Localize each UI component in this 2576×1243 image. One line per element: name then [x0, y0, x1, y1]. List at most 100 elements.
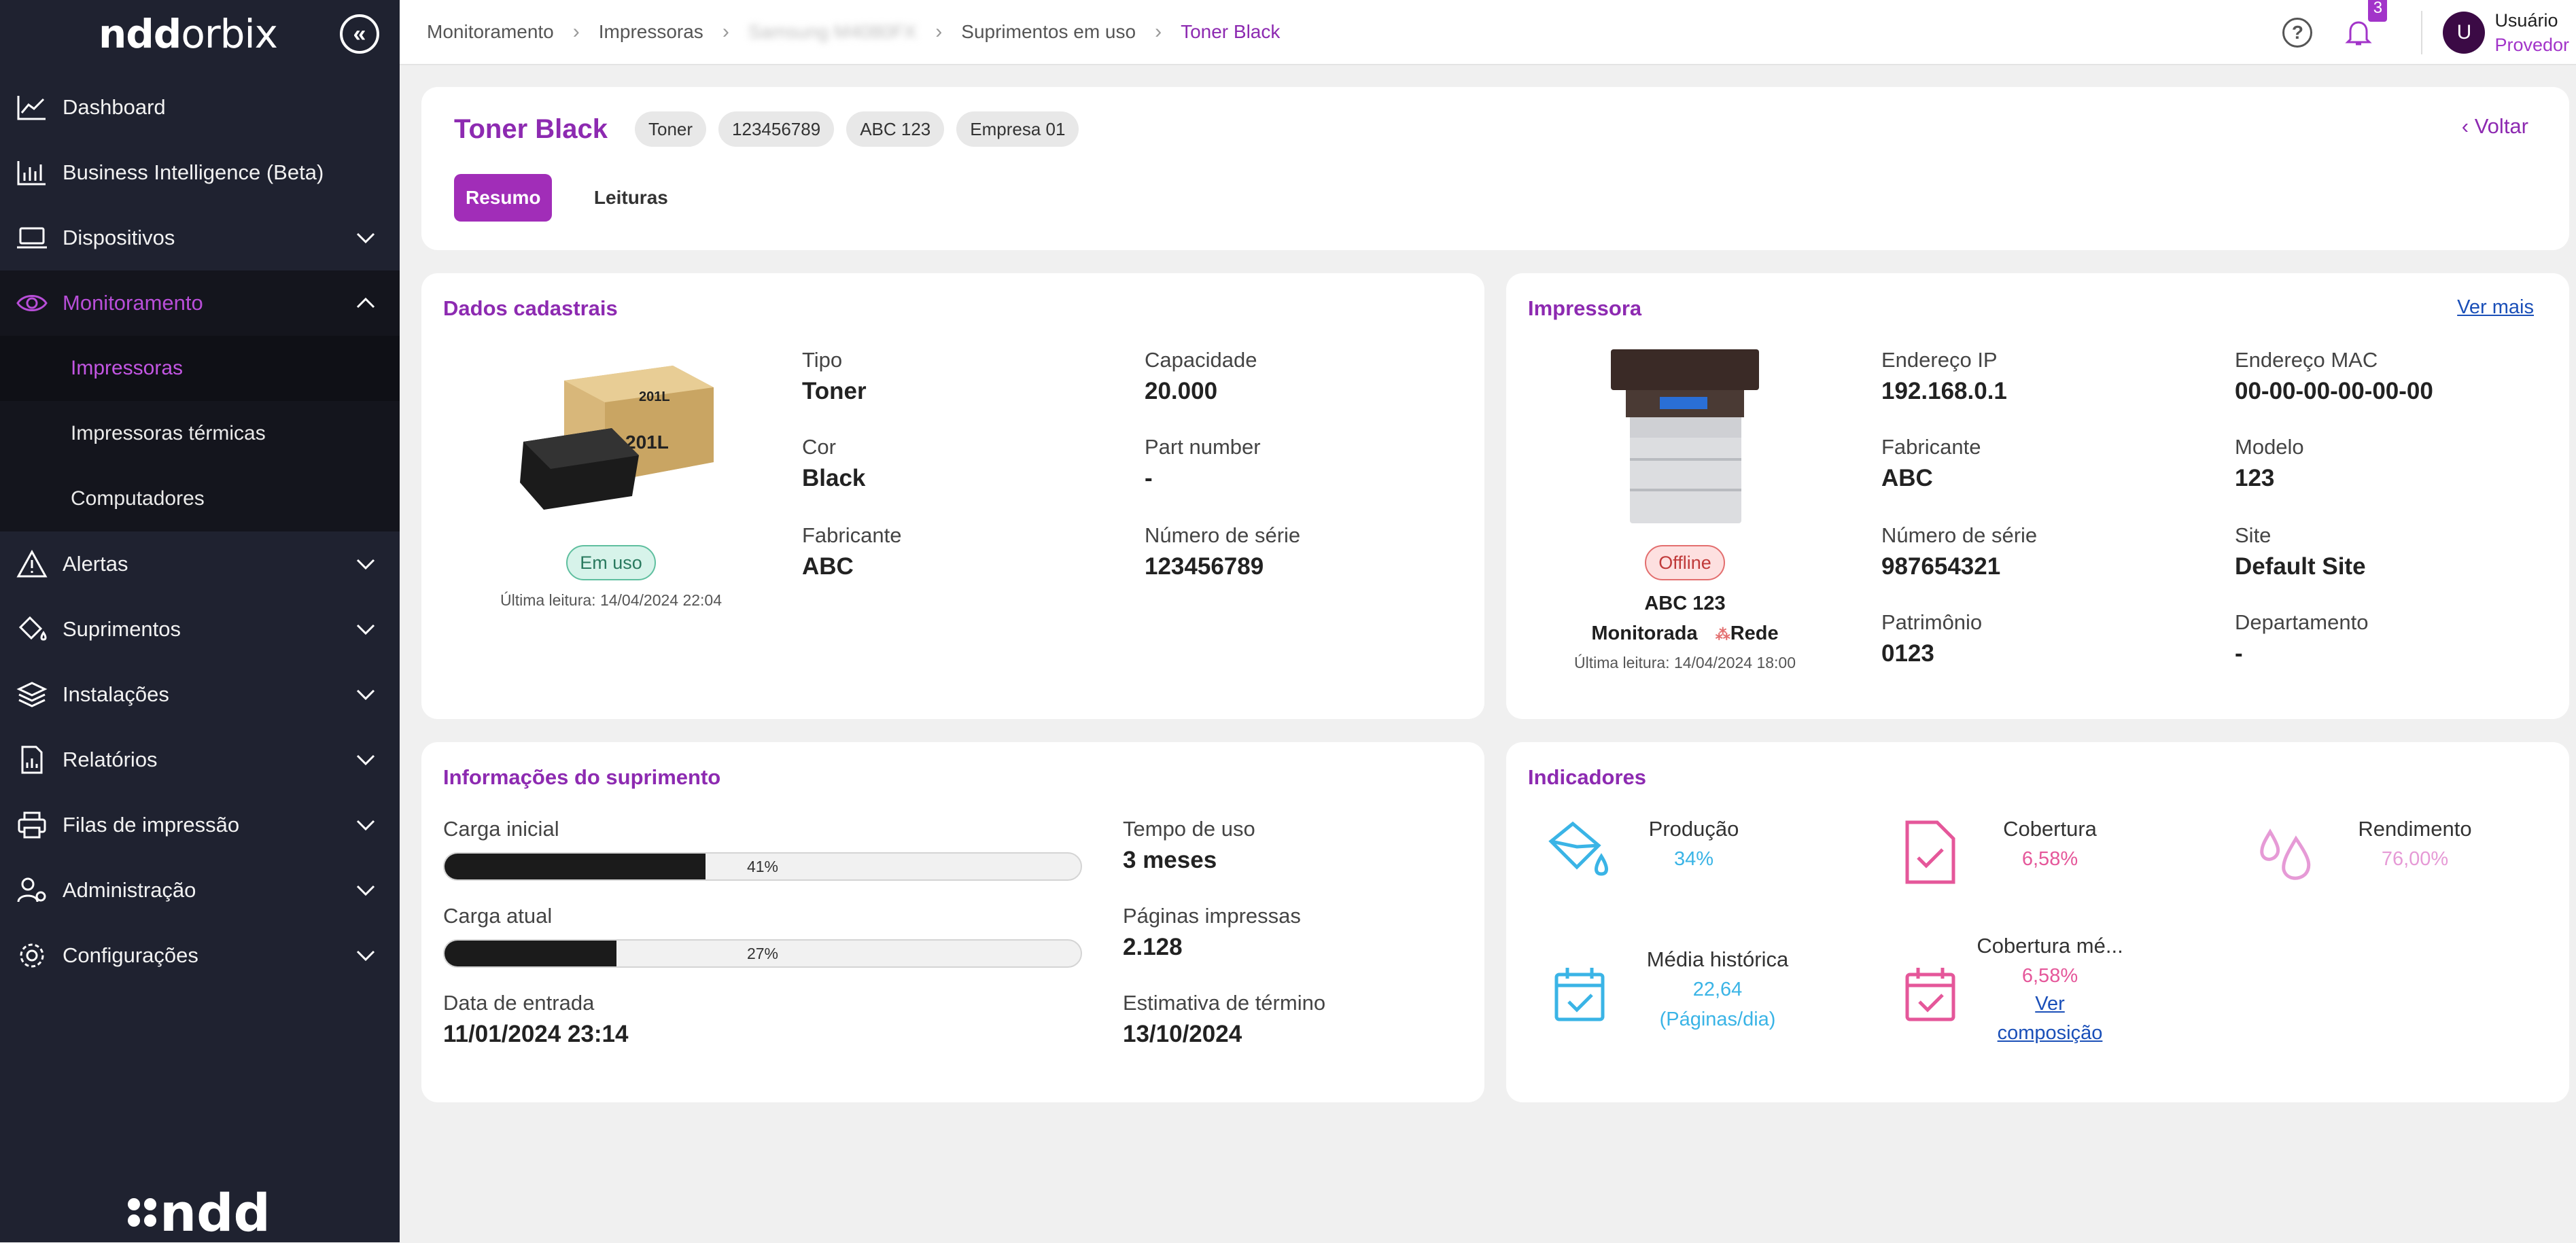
sidebar-subitem-label: Impressoras térmicas [71, 422, 266, 444]
user-role: Provedor [2494, 35, 2569, 55]
chevron-down-icon [356, 232, 375, 244]
indicadores-card: Indicadores Produção 34% Cobertura 6,58%… [1506, 742, 2569, 1102]
back-button[interactable]: ‹ Voltar [2462, 114, 2528, 139]
sidebar-item-configuracoes[interactable]: Configurações [0, 923, 400, 988]
chevron-down-icon [356, 885, 375, 896]
sidebar-item-label: Administração [63, 878, 196, 902]
field-label: Site [2235, 523, 2272, 547]
field-value: 20.000 [1145, 378, 1218, 404]
ndd-footer-logo: ndd [126, 1183, 271, 1243]
user-gear-icon [15, 873, 49, 907]
sidebar-item-bi[interactable]: Business Intelligence (Beta) [0, 140, 400, 205]
user-name: Usuário [2494, 10, 2558, 31]
field-modelo: Modelo 123 [2235, 434, 2304, 496]
sidebar-subitem-impressoras[interactable]: Impressoras [0, 336, 400, 401]
chevron-down-icon [356, 820, 375, 831]
paint-bucket-icon [1548, 821, 1608, 876]
sidebar-item-label: Instalações [63, 682, 169, 706]
ver-composicao-link[interactable]: Ver composição [1968, 991, 2131, 1049]
indicator-cobertura-media: Cobertura mé... 6,58% Ver composição [1968, 931, 2131, 1049]
field-label: Fabricante [1881, 435, 1981, 459]
indicator-value: 34% [1673, 848, 1714, 870]
layers-icon [15, 678, 49, 712]
breadcrumb-impressoras[interactable]: Impressoras [599, 21, 703, 43]
bell-icon [2345, 21, 2373, 46]
chip-type: Toner [635, 111, 707, 147]
chevron-up-icon [356, 297, 375, 309]
sidebar-item-alertas[interactable]: Alertas [0, 531, 400, 597]
field-value: 2.128 [1123, 934, 1183, 960]
indicator-value: 6,58% [2021, 965, 2078, 987]
chevron-down-icon [356, 559, 375, 570]
ver-composicao-link-line2[interactable]: composição [1998, 1022, 2103, 1044]
field-patrimonio: Patrimônio 0123 [1881, 609, 1982, 671]
field-value: 123456789 [1145, 553, 1264, 580]
sidebar-item-filas[interactable]: Filas de impressão [0, 792, 400, 858]
field-value: 987654321 [1881, 553, 2001, 580]
ver-composicao-link-line1[interactable]: Ver [2035, 993, 2065, 1015]
sidebar-header: nddorbix « [0, 0, 400, 68]
indicator-producao: Produção 34% [1626, 814, 1762, 874]
carga-atual-pct: 27% [746, 945, 779, 962]
field-label: Páginas impressas [1123, 904, 1301, 928]
logo-bold: ndd [99, 11, 181, 57]
field-value: 11/01/2024 23:14 [443, 1021, 629, 1047]
laptop-icon [15, 221, 49, 255]
bar-chart-icon [15, 156, 49, 190]
ver-mais-link[interactable]: Ver mais [2457, 296, 2534, 319]
field-value: 13/10/2024 [1123, 1021, 1242, 1047]
chevron-right-icon: › [935, 20, 943, 43]
field-tipo: Tipo Toner [802, 347, 867, 409]
user-menu[interactable]: Usuário Provedor [2494, 8, 2569, 57]
impressora-card: Impressora Ver mais Offline ABC 123 Moni… [1506, 273, 2569, 719]
chart-line-icon [15, 90, 49, 124]
field-ip: Endereço IP 192.168.0.1 [1881, 347, 2007, 409]
tab-resumo[interactable]: Resumo [454, 174, 553, 222]
field-label: Tempo de uso [1123, 817, 1255, 841]
card-title: Indicadores [1528, 765, 1646, 789]
sidebar-item-suprimentos[interactable]: Suprimentos [0, 597, 400, 662]
tab-leituras[interactable]: Leituras [582, 174, 680, 222]
status-badge: Em uso [566, 545, 656, 580]
field-numero-serie: Número de série 987654321 [1881, 522, 2037, 584]
sidebar-subitem-impressoras-termicas[interactable]: Impressoras térmicas [0, 401, 400, 466]
field-departamento: Departamento - [2235, 609, 2368, 671]
help-icon[interactable]: ? [2282, 18, 2313, 48]
page-title: Toner Black [454, 113, 608, 144]
sidebar-item-label: Dispositivos [63, 226, 175, 249]
breadcrumb-suprimentos[interactable]: Suprimentos em uso [961, 21, 1136, 43]
sidebar-subitem-label: Impressoras [71, 357, 184, 379]
field-site: Site Default Site [2235, 522, 2366, 584]
status-badge: Offline [1645, 545, 1725, 580]
sidebar-subitem-computadores[interactable]: Computadores [0, 466, 400, 531]
carga-inicial: Carga inicial [443, 816, 559, 843]
report-icon [15, 743, 49, 777]
sidebar-item-administracao[interactable]: Administração [0, 858, 400, 923]
field-label: Tipo [802, 348, 843, 372]
footer-logo-text: ndd [160, 1183, 271, 1243]
notifications-button[interactable]: 3 [2344, 0, 2388, 48]
sidebar-item-dispositivos[interactable]: Dispositivos [0, 205, 400, 270]
sidebar-item-dashboard[interactable]: Dashboard [0, 75, 400, 140]
indicator-label: Cobertura [2003, 817, 2097, 841]
topbar: Monitoramento › Impressoras › Samsung M4… [400, 0, 2576, 65]
sidebar-item-instalacoes[interactable]: Instalações [0, 662, 400, 727]
collapse-sidebar-button[interactable]: « [340, 14, 379, 54]
gear-icon [15, 939, 49, 973]
field-capacidade: Capacidade 20.000 [1145, 347, 1257, 409]
field-value: Toner [802, 378, 867, 404]
field-value: ABC [1881, 465, 1933, 491]
sidebar-item-label: Configurações [63, 943, 198, 967]
breadcrumb-monitoramento[interactable]: Monitoramento [427, 21, 554, 43]
calendar-check-icon [1554, 968, 1605, 1021]
sidebar-item-monitoramento[interactable]: Monitoramento [0, 270, 400, 336]
breadcrumb-printer-name[interactable]: Samsung M4080FX [748, 21, 916, 43]
field-mac: Endereço MAC 00-00-00-00-00-00 [2235, 347, 2433, 409]
warning-icon [15, 547, 49, 581]
field-value: ABC [802, 553, 854, 580]
sidebar-item-relatorios[interactable]: Relatórios [0, 727, 400, 792]
avatar[interactable]: U [2443, 12, 2486, 54]
field-label: Endereço MAC [2235, 348, 2378, 372]
printer-model-name: ABC 123 [1644, 593, 1726, 614]
topbar-actions: ? 3 U Usuário Provedor [2282, 0, 2576, 65]
